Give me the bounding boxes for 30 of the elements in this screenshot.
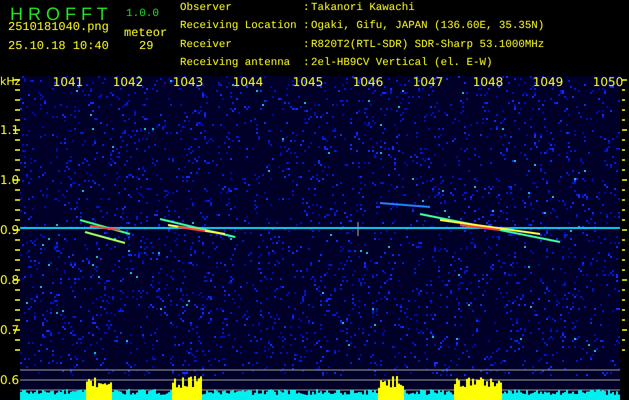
info-value: Ogaki, Gifu, JAPAN (136.60E, 35.35N) [311, 21, 544, 34]
x-axis-label: 1043 [172, 76, 204, 89]
x-axis-label: 1049 [532, 76, 564, 89]
info-label: Receiver [180, 40, 233, 52]
y-axis-label: 0.7 [0, 324, 20, 336]
x-axis-label: 1042 [112, 76, 144, 89]
info-separator: : [303, 58, 310, 71]
version-label: 1.0.0 [126, 8, 160, 20]
x-axis-label: 1044 [232, 76, 264, 89]
info-separator: : [303, 40, 310, 52]
x-axis-label: 1048 [472, 76, 504, 89]
info-value: R820T2(RTL-SDR) SDR-Sharp 53.1000MHz [311, 40, 544, 52]
x-axis-label: 1041 [52, 76, 84, 89]
axis-unit: kHz [0, 75, 20, 88]
info-separator: : [303, 21, 310, 34]
info-value: Takanori Kawachi [311, 3, 416, 16]
info-label: Observer [180, 3, 233, 16]
meteor-count: 29 [139, 39, 154, 53]
y-axis-label: 1.1 [0, 124, 20, 136]
info-separator: : [303, 3, 310, 16]
date-time: 25.10.18 10:40 [8, 39, 109, 53]
info-value: 2el-HB9CV Vertical (el. E-W) [311, 58, 494, 71]
info-label: Receiving antenna [180, 58, 292, 71]
x-axis-label: 1050 [592, 76, 624, 89]
info-label: Receiving Location [180, 21, 298, 34]
x-axis-label: 1046 [352, 76, 384, 89]
y-axis-label: 0.6 [0, 374, 20, 386]
file-name: 2510181040.png [8, 20, 109, 34]
meteor-label: meteor [124, 26, 168, 40]
x-axis-label: 1047 [412, 76, 444, 89]
